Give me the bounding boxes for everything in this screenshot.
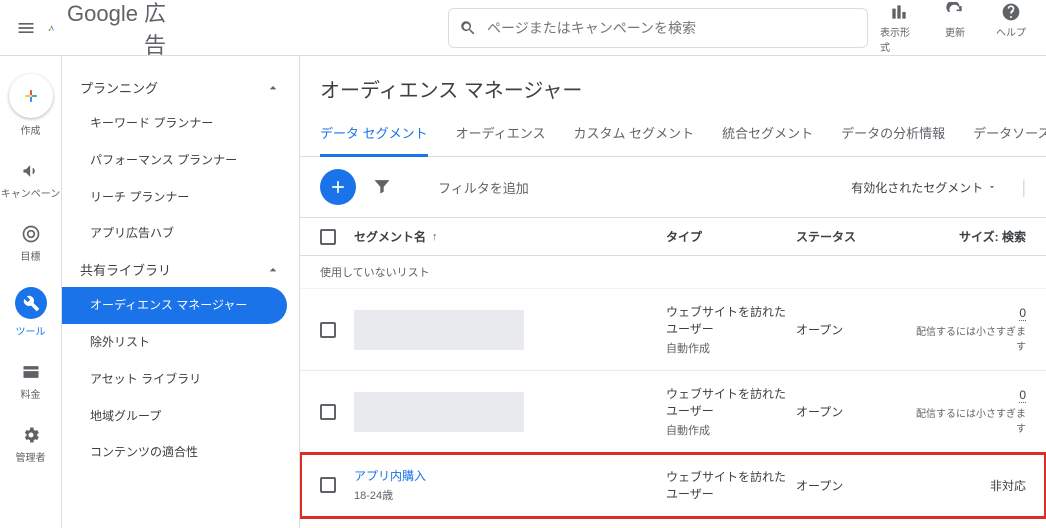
sidebar-section-shared-label: 共有ライブラリ bbox=[80, 260, 171, 279]
caret-down-icon bbox=[987, 182, 997, 192]
refresh-button[interactable]: 更新 bbox=[936, 2, 974, 54]
search-input[interactable] bbox=[487, 20, 857, 36]
segment-type: ウェブサイトを訪れたユーザー自動作成 bbox=[666, 303, 796, 356]
sidebar-item-content-suitability[interactable]: コンテンツの適合性 bbox=[62, 434, 299, 471]
help-button[interactable]: ヘルプ bbox=[992, 2, 1030, 54]
rail-billing-label: 料金 bbox=[21, 386, 41, 401]
rail-campaigns[interactable]: キャンペーン bbox=[0, 155, 61, 206]
rail-campaigns-label: キャンペーン bbox=[1, 185, 61, 200]
rail-admin[interactable]: 管理者 bbox=[0, 419, 61, 470]
search-box[interactable] bbox=[448, 8, 868, 48]
segment-view-dropdown-label: 有効化されたセグメント bbox=[851, 179, 983, 196]
segment-status: オープン bbox=[796, 321, 916, 338]
megaphone-icon bbox=[21, 161, 41, 181]
chevron-up-icon bbox=[265, 262, 281, 278]
chevron-up-icon bbox=[265, 80, 281, 96]
segment-subtext: 18-24歳 bbox=[354, 487, 666, 503]
display-mode-label: 表示形式 bbox=[880, 24, 918, 54]
sidebar: プランニング キーワード プランナー パフォーマンス プランナー リーチ プラン… bbox=[62, 56, 300, 528]
sidebar-item-region-groups[interactable]: 地域グループ bbox=[62, 398, 299, 435]
bar-chart-icon bbox=[889, 2, 909, 22]
redacted-placeholder bbox=[354, 392, 524, 432]
plus-icon bbox=[328, 177, 348, 197]
rail-tools-label: ツール bbox=[16, 323, 46, 338]
segment-size: 非対応 bbox=[916, 477, 1026, 494]
sidebar-section-planning-label: プランニング bbox=[80, 78, 158, 97]
table-row[interactable]: ウェブサイトを訪れたユーザー自動作成オープン0配信するには小さすぎます bbox=[300, 371, 1046, 453]
search-icon bbox=[459, 19, 477, 37]
logo-text: Google 広告 bbox=[67, 0, 166, 60]
rail-create-label: 作成 bbox=[21, 122, 41, 137]
rail-tools[interactable]: ツール bbox=[0, 281, 61, 344]
add-segment-button[interactable] bbox=[320, 169, 356, 205]
refresh-icon bbox=[945, 2, 965, 22]
rail-billing[interactable]: 料金 bbox=[0, 356, 61, 407]
segment-status: オープン bbox=[796, 477, 916, 494]
segment-type: ウェブサイトを訪れたユーザー bbox=[666, 468, 796, 502]
row-checkbox[interactable] bbox=[320, 404, 336, 420]
tabs: データ セグメント オーディエンス カスタム セグメント 統合セグメント データ… bbox=[300, 113, 1046, 157]
filter-button[interactable] bbox=[372, 176, 392, 199]
column-header-size[interactable]: サイズ: 検索 bbox=[916, 228, 1026, 245]
help-label: ヘルプ bbox=[996, 24, 1026, 39]
sidebar-item-exclusion-lists[interactable]: 除外リスト bbox=[62, 324, 299, 361]
sidebar-item-reach-planner[interactable]: リーチ プランナー bbox=[62, 179, 299, 216]
logo-product: 広告 bbox=[144, 0, 166, 60]
sidebar-item-keyword-planner[interactable]: キーワード プランナー bbox=[62, 105, 299, 142]
sidebar-item-asset-library[interactable]: アセット ライブラリ bbox=[62, 361, 299, 398]
sidebar-item-audience-manager[interactable]: オーディエンス マネージャー bbox=[62, 287, 287, 324]
refresh-label: 更新 bbox=[945, 24, 965, 39]
filter-icon bbox=[372, 176, 392, 196]
segment-name-link[interactable]: アプリ内購入 bbox=[354, 467, 666, 484]
tab-insights[interactable]: データの分析情報 bbox=[841, 113, 945, 156]
google-ads-logo-icon bbox=[48, 17, 55, 39]
card-icon bbox=[21, 362, 41, 382]
rail-admin-label: 管理者 bbox=[16, 449, 46, 464]
column-header-status[interactable]: ステータス bbox=[796, 228, 916, 245]
row-checkbox[interactable] bbox=[320, 477, 336, 493]
sidebar-section-shared[interactable]: 共有ライブラリ bbox=[62, 252, 299, 287]
column-header-type[interactable]: タイプ bbox=[666, 228, 796, 245]
select-all-checkbox[interactable] bbox=[320, 229, 336, 245]
tab-data-sources[interactable]: データソース bbox=[973, 113, 1046, 156]
target-icon bbox=[21, 224, 41, 244]
tab-audiences[interactable]: オーディエンス bbox=[456, 113, 546, 156]
segment-status: オープン bbox=[796, 403, 916, 420]
wrench-icon bbox=[21, 293, 41, 313]
gear-icon bbox=[21, 425, 41, 445]
sidebar-item-performance-planner[interactable]: パフォーマンス プランナー bbox=[62, 142, 299, 179]
display-mode-button[interactable]: 表示形式 bbox=[880, 2, 918, 54]
table-row[interactable]: ウェブサイトを訪れたユーザー自動作成オープン0配信するには小さすぎます bbox=[300, 289, 1046, 371]
help-icon bbox=[1001, 2, 1021, 22]
rail-goals[interactable]: 目標 bbox=[0, 218, 61, 269]
rail-create[interactable]: 作成 bbox=[0, 68, 61, 143]
section-unused-list: 使用していないリスト bbox=[300, 256, 1046, 289]
page-title: オーディエンス マネージャー bbox=[300, 56, 1046, 113]
redacted-placeholder bbox=[354, 310, 524, 350]
tab-combined-segments[interactable]: 統合セグメント bbox=[722, 113, 813, 156]
left-rail: 作成 キャンペーン 目標 ツール 料金 管理者 bbox=[0, 56, 62, 528]
hamburger-menu-icon[interactable] bbox=[16, 16, 36, 40]
table-row[interactable]: アプリ内購入 18-24歳ウェブサイトを訪れたユーザーオープン非対応 bbox=[300, 453, 1046, 518]
segment-view-dropdown[interactable]: 有効化されたセグメント bbox=[851, 179, 997, 196]
segment-size: 0配信するには小さすぎます bbox=[916, 388, 1026, 435]
separator: | bbox=[1021, 177, 1026, 198]
sidebar-section-planning[interactable]: プランニング bbox=[62, 70, 299, 105]
sort-ascending-icon: ↑ bbox=[432, 231, 438, 243]
add-filter-label[interactable]: フィルタを追加 bbox=[438, 178, 529, 197]
sidebar-item-app-ads-hub[interactable]: アプリ広告ハブ bbox=[62, 215, 299, 252]
column-header-name[interactable]: セグメント名 ↑ bbox=[354, 228, 666, 245]
column-header-name-label: セグメント名 bbox=[354, 228, 426, 245]
row-checkbox[interactable] bbox=[320, 322, 336, 338]
rail-goals-label: 目標 bbox=[21, 248, 41, 263]
plus-icon bbox=[21, 86, 41, 106]
tab-custom-segments[interactable]: カスタム セグメント bbox=[573, 113, 694, 156]
segment-type: ウェブサイトを訪れたユーザー自動作成 bbox=[666, 385, 796, 438]
segment-size: 0配信するには小さすぎます bbox=[916, 306, 1026, 353]
table-row[interactable]: 最近のアクティブ ユーザー最近アクティブだったユーザーウェブサイトを訪れたユーザ… bbox=[300, 518, 1046, 528]
logo-brand: Google bbox=[67, 1, 138, 27]
tab-data-segments[interactable]: データ セグメント bbox=[320, 113, 428, 157]
